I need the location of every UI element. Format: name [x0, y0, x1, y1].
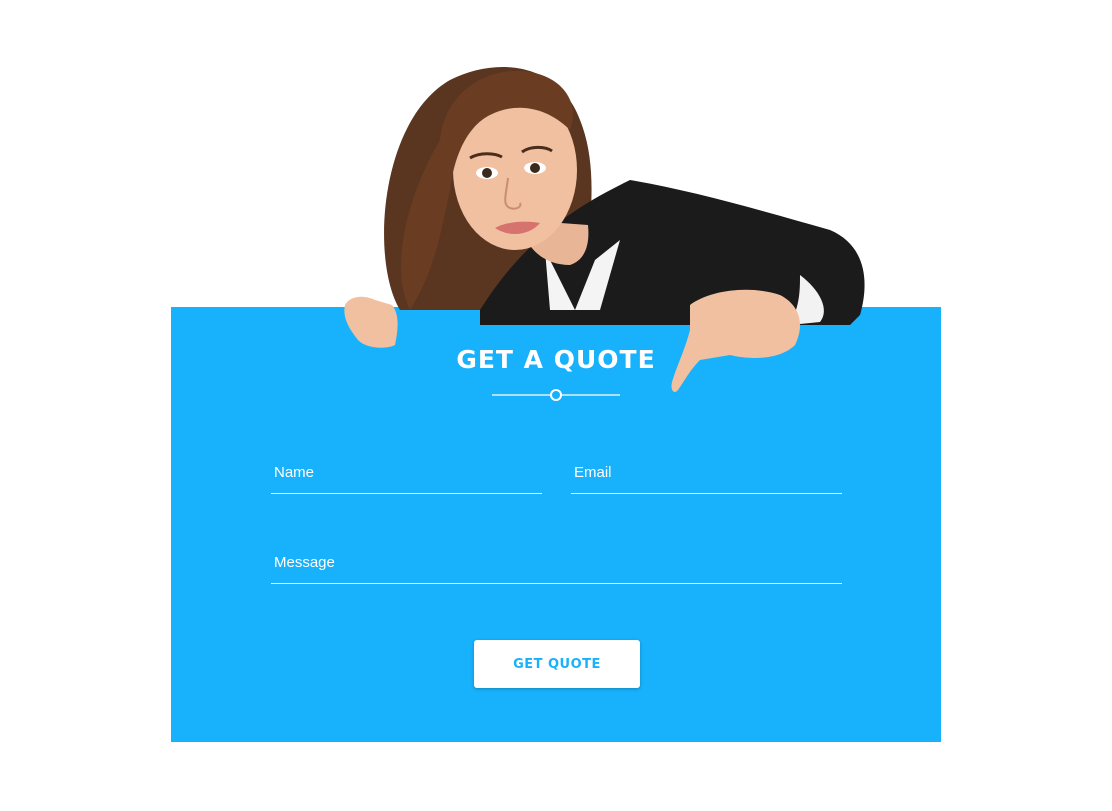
page: GET A QUOTE GET QUOTE	[0, 0, 1112, 811]
businesswoman-illustration	[344, 67, 865, 348]
name-field-wrapper	[271, 453, 542, 494]
get-quote-button[interactable]: GET QUOTE	[474, 640, 640, 688]
message-input[interactable]	[271, 543, 842, 581]
email-input[interactable]	[571, 453, 842, 491]
name-input[interactable]	[271, 453, 542, 491]
message-field-wrapper	[271, 543, 842, 584]
email-field-wrapper	[571, 453, 842, 494]
